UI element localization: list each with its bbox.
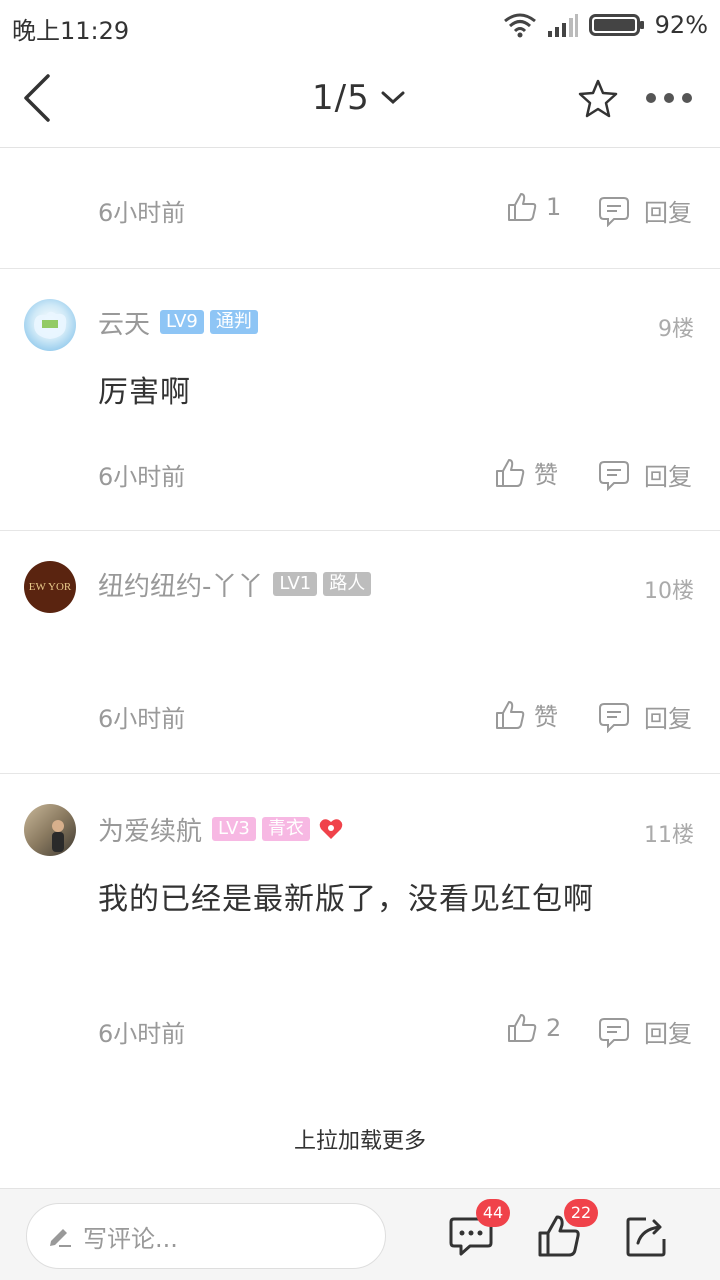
likes-count-badge: 22: [564, 1199, 598, 1227]
reply-button[interactable]: 回复: [598, 457, 692, 492]
thumbs-up-icon: [508, 193, 537, 221]
user-row: 云天 LV9 通判: [98, 302, 258, 342]
reply-label: 回复: [644, 705, 692, 733]
reply-icon: [599, 702, 629, 733]
like-button[interactable]: 赞: [494, 455, 558, 490]
floor-number: 10楼: [644, 579, 694, 604]
thumbs-up-icon: [496, 458, 525, 487]
like-count: 1: [546, 193, 562, 221]
share-button[interactable]: [624, 1213, 670, 1259]
floor-number: 11楼: [644, 823, 694, 848]
floor-number: 9楼: [658, 317, 694, 342]
level-badge: LV1: [273, 572, 318, 596]
load-more-hint: 上拉加载更多: [293, 1129, 426, 1154]
battery-percent: 92%: [654, 11, 708, 39]
comment-time: 6小时前: [98, 705, 186, 733]
nav-bar: 1/5: [0, 50, 720, 148]
level-badge: LV3: [212, 817, 256, 841]
title-badge: 通判: [209, 310, 258, 334]
thumbs-up-icon: [508, 1014, 537, 1042]
status-bar: 晚上11:29 92%: [0, 0, 720, 50]
user-row: 为爱续航 LV3 青衣: [98, 809, 344, 849]
page-indicator[interactable]: 1/5: [312, 78, 406, 118]
reply-button[interactable]: 回复: [598, 193, 692, 228]
star-icon[interactable]: [576, 77, 620, 121]
like-button[interactable]: 1: [506, 191, 561, 223]
reply-label: 回复: [644, 199, 692, 227]
comment-text: 厉害啊: [98, 375, 191, 410]
username[interactable]: 纽约纽约-丫丫: [98, 566, 263, 603]
avatar[interactable]: [24, 299, 76, 351]
comment-text: 我的已经是最新版了，没看见红包啊: [98, 882, 594, 917]
reply-button[interactable]: 回复: [598, 1014, 692, 1049]
level-badge: LV9: [160, 310, 204, 334]
reply-icon: [599, 460, 629, 491]
user-row: 纽约纽约-丫丫 LV1 路人: [98, 564, 372, 604]
like-label: 赞: [534, 703, 558, 731]
like-label: 赞: [534, 461, 558, 489]
like-count: 2: [546, 1014, 562, 1042]
comment-input-placeholder: 写评论...: [83, 1224, 178, 1253]
back-icon[interactable]: [18, 70, 62, 126]
comment-time: 6小时前: [98, 463, 186, 491]
comment-input[interactable]: 写评论...: [26, 1203, 386, 1269]
username[interactable]: 为爱续航: [98, 811, 202, 848]
status-time: 晚上11:29: [12, 17, 130, 45]
reply-button[interactable]: 回复: [598, 699, 692, 734]
share-icon: [626, 1217, 666, 1257]
more-icon[interactable]: [646, 86, 702, 110]
comment-time: 6小时前: [98, 199, 186, 227]
reply-icon: [599, 1017, 629, 1048]
page-indicator-label: 1/5: [312, 78, 370, 118]
like-button[interactable]: 2: [506, 1012, 561, 1044]
like-button[interactable]: 赞: [494, 697, 558, 732]
username[interactable]: 云天: [98, 304, 150, 341]
avatar[interactable]: EW YOR: [24, 561, 76, 613]
bottom-bar: 写评论... 44 22: [0, 1188, 720, 1280]
avatar-text: EW YOR: [28, 581, 72, 593]
comments-count-badge: 44: [476, 1199, 510, 1227]
reply-label: 回复: [644, 463, 692, 491]
comment-time: 6小时前: [98, 1020, 186, 1048]
heart-badge-icon: [319, 819, 343, 839]
reply-label: 回复: [644, 1020, 692, 1048]
comments-button[interactable]: 44: [448, 1199, 510, 1259]
comment-item: 云天 LV9 通判 9楼 厉害啊 6小时前 赞 回复: [0, 269, 720, 531]
thumbs-up-icon: [496, 700, 525, 729]
wifi-icon: [503, 13, 536, 38]
like-post-button[interactable]: 22: [536, 1199, 598, 1259]
chevron-down-icon: [381, 91, 405, 105]
comment-item: EW YOR 纽约纽约-丫丫 LV1 路人 10楼 6小时前 赞 回复: [0, 531, 720, 774]
signal-icon: [547, 14, 578, 37]
status-icons: 92%: [503, 8, 708, 42]
reply-icon: [599, 196, 629, 227]
battery-icon: [588, 14, 644, 36]
title-badge: 青衣: [261, 817, 310, 841]
avatar[interactable]: [24, 804, 76, 856]
pencil-icon: [50, 1229, 71, 1247]
comment-item: 6小时前 1 回复: [0, 149, 720, 268]
comment-item: 为爱续航 LV3 青衣 11楼 我的已经是最新版了，没看见红包啊 6小时前 2 …: [0, 774, 720, 1094]
title-badge: 路人: [323, 572, 372, 596]
